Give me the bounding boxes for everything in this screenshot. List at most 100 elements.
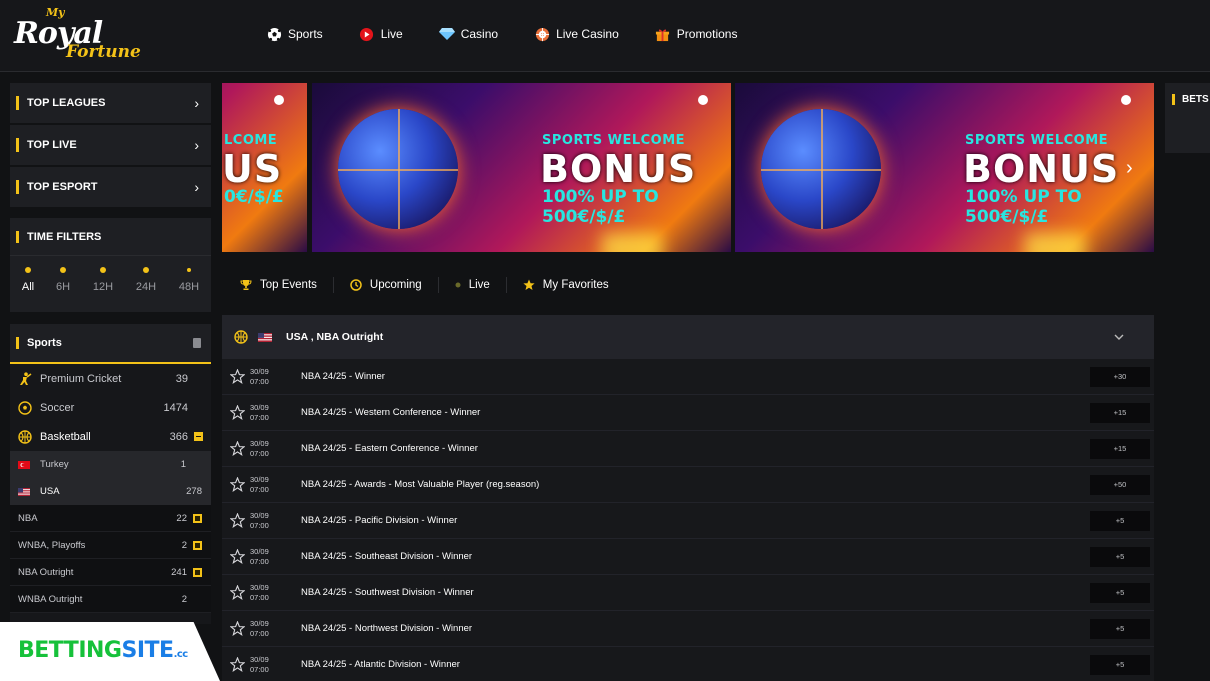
event-row[interactable]: 30/09 07:00 NBA 24/25 - Northwest Division… [222,611,1154,647]
favorite-star-icon[interactable] [230,368,246,385]
favorite-star-icon[interactable] [230,620,246,637]
more-markets-button[interactable]: +5 [1090,654,1150,675]
event-time: 07:00 [250,556,269,566]
event-row[interactable]: 30/09 07:00 NBA 24/25 - Winner +30 [222,359,1154,395]
more-markets-button[interactable]: +15 [1090,438,1150,459]
country-row-usa[interactable]: USA 278 [10,478,211,505]
watermark-part2: SITE [121,638,174,663]
favorite-star-icon[interactable] [230,404,246,421]
sport-name: Soccer [40,401,75,414]
nav-sports[interactable]: Sports [266,24,323,44]
more-markets-button[interactable]: +5 [1090,618,1150,639]
league-row-wnba-outright[interactable]: WNBA Outright 2 [10,586,211,613]
league-checkbox[interactable] [193,540,202,550]
more-markets-button[interactable]: +5 [1090,546,1150,567]
top-esport-block[interactable]: TOP ESPORT › [10,167,211,207]
event-row[interactable]: 30/09 07:00 NBA 24/25 - Southeast Division… [222,539,1154,575]
event-row[interactable]: 30/09 07:00 NBA 24/25 - Eastern Conference… [222,431,1154,467]
tab-my-favorites[interactable]: My Favorites [523,279,609,291]
sport-count: 1474 [163,401,188,414]
event-datetime: 30/09 07:00 [250,475,277,495]
league-checkbox[interactable] [193,567,202,577]
nav-live-label: Live [380,27,403,41]
league-count: 2 [181,593,187,605]
league-row-nba-outright[interactable]: NBA Outright 241 [10,559,211,586]
more-markets-button[interactable]: +15 [1090,402,1150,423]
league-count: 2 [181,539,187,551]
more-markets-button[interactable]: +30 [1090,366,1150,387]
sport-row-basketball[interactable]: Basketball 366 [10,422,211,451]
favorite-star-icon[interactable] [230,656,246,673]
league-checkbox[interactable] [193,513,202,523]
more-markets-button[interactable]: +5 [1090,510,1150,531]
events-rows: 30/09 07:00 NBA 24/25 - Winner +30 30/09 07:0… [222,359,1154,681]
favorite-star-icon[interactable] [230,512,246,529]
decor-dot [1121,95,1131,105]
country-name: Turkey [40,459,69,470]
tab-live[interactable]: Live [455,279,490,291]
country-name: USA [40,486,60,497]
cricket-icon [18,371,32,386]
event-row[interactable]: 30/09 07:00 NBA 24/25 - Western Conference… [222,395,1154,431]
top-leagues-block[interactable]: TOP LEAGUES › [10,83,211,123]
time-filter-all[interactable]: All [13,264,43,293]
time-filter-24h[interactable]: 24H [131,264,161,293]
favorite-star-icon[interactable] [230,440,246,457]
banner-line1: LCOME [224,133,278,148]
time-filter-48h[interactable]: 48H [174,264,204,293]
event-datetime: 30/09 07:00 [250,583,277,603]
event-row[interactable]: 30/09 07:00 NBA 24/25 - Awards - Most Valu… [222,467,1154,503]
trash-icon[interactable] [193,338,201,348]
sport-row-soccer[interactable]: Soccer 1474 [10,393,211,422]
time-filter-dot [25,267,31,273]
event-name: NBA 24/25 - Awards - Most Valuable Playe… [301,479,540,490]
league-row-nba[interactable]: NBA 22 [10,505,211,532]
league-row-wnba-playoffs[interactable]: WNBA, Playoffs 2 [10,532,211,559]
nav-casino[interactable]: Casino [438,24,498,44]
event-datetime: 30/09 07:00 [250,367,277,387]
event-time: 07:00 [250,484,269,494]
event-datetime: 30/09 07:00 [250,439,277,459]
events-group-header[interactable]: USA , NBA Outright [222,315,1154,359]
promo-banner-carousel[interactable]: LCOME US 0€/$/£ SPORTS WELCOME BONUS 100… [222,83,1154,252]
more-markets-button[interactable]: +50 [1090,474,1150,495]
time-filter-dot [187,268,191,272]
sport-row-premium-cricket[interactable]: Premium Cricket 39 [10,364,211,393]
top-header: My Royal Fortune Sports Live Casino Live… [0,0,1210,72]
tab-top-events[interactable]: Top Events [240,279,317,291]
favorite-star-icon[interactable] [230,476,246,493]
more-markets-button[interactable]: +5 [1090,582,1150,603]
collapse-icon[interactable] [194,432,203,441]
time-filter-6h[interactable]: 6H [48,264,78,293]
nav-live-casino[interactable]: Live Casino [534,24,619,44]
banner-line2: BONUS [540,147,697,191]
royal-fortune-logo[interactable]: My Royal Fortune [14,6,144,64]
league-count: 22 [176,512,187,524]
tab-divider [505,277,507,293]
event-row[interactable]: 30/09 07:00 NBA 24/25 - Southwest Division… [222,575,1154,611]
event-row[interactable]: 30/09 07:00 NBA 24/25 - Pacific Division -… [222,503,1154,539]
watermark-part1: BETTING [18,638,122,663]
live-play-icon [359,26,375,42]
decor-dot [274,95,284,105]
favorite-star-icon[interactable] [230,548,246,565]
events-table: USA , NBA Outright 30/09 07:00 NBA 24/25 -… [222,315,1154,681]
time-filter-12h[interactable]: 12H [88,264,118,293]
chevron-right-icon[interactable]: › [1126,157,1133,180]
nav-promotions[interactable]: Promotions [655,24,737,44]
nav-live[interactable]: Live [359,24,403,44]
favorite-star-icon[interactable] [230,584,246,601]
gift-icon [655,26,671,42]
tab-upcoming[interactable]: Upcoming [350,279,422,291]
event-row[interactable]: 30/09 07:00 NBA 24/25 - Atlantic Division … [222,647,1154,681]
decor-dot [698,95,708,105]
events-group-title: USA , NBA Outright [286,331,384,343]
top-live-block[interactable]: TOP LIVE › [10,125,211,165]
betslip-panel[interactable]: BETS [1165,83,1210,153]
country-row-turkey[interactable]: Turkey 1 [10,451,211,478]
soccer-ball-icon [266,26,282,42]
chevron-down-icon[interactable] [1114,331,1124,343]
time-filter-label: 12H [92,281,114,293]
basketball-graphic [338,109,458,229]
banner-line2: US [222,147,283,191]
